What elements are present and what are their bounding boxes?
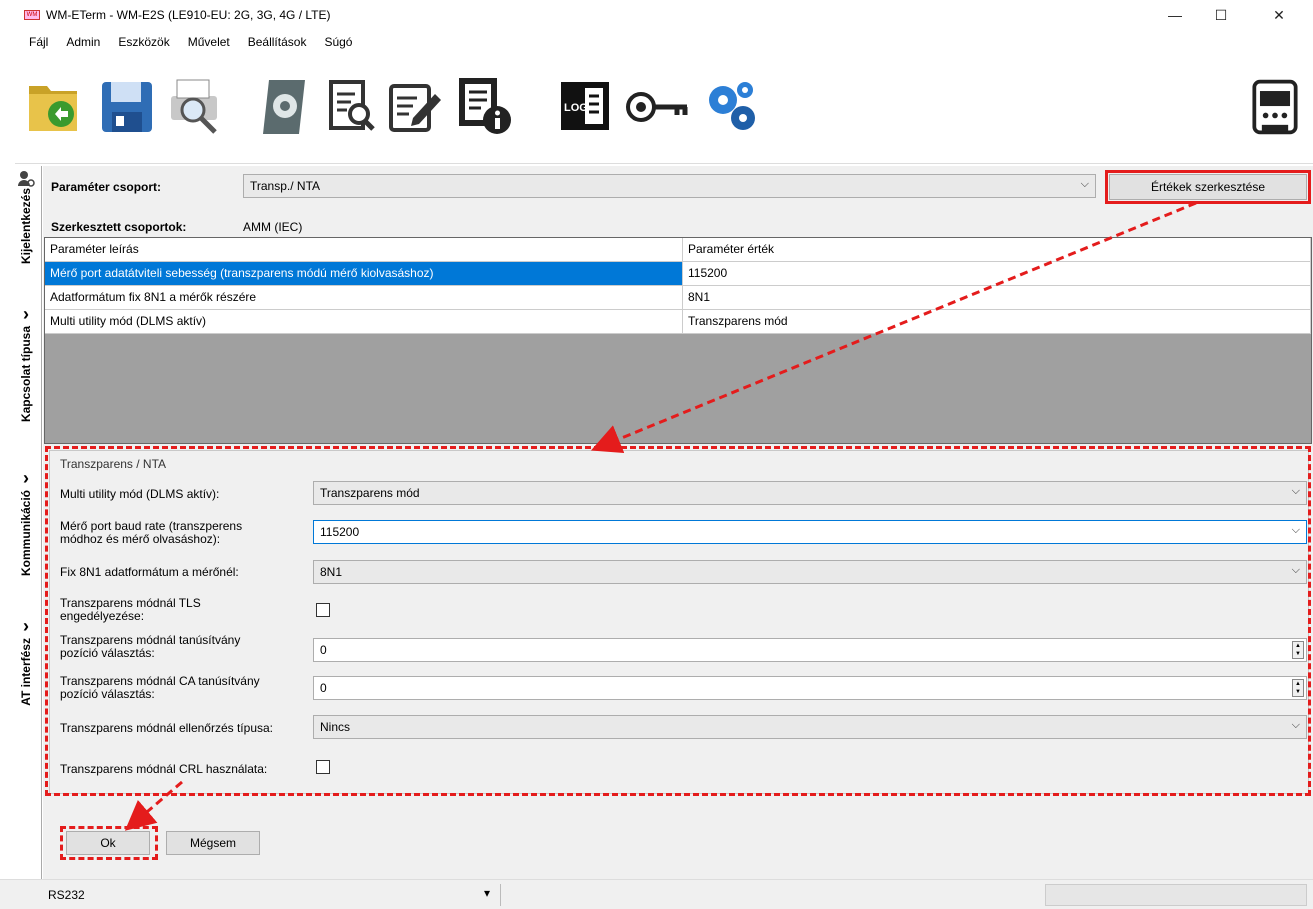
grid-cell-description[interactable]: Adatformátum fix 8N1 a mérők részére <box>45 286 683 309</box>
save-disk-icon[interactable] <box>98 76 156 138</box>
svg-text:LOG: LOG <box>564 102 588 114</box>
meter-icon[interactable] <box>1247 76 1303 138</box>
ok-button-highlight <box>60 826 158 860</box>
user-icon <box>18 171 35 187</box>
chevron-right-icon: › <box>23 616 29 636</box>
table-row[interactable]: Multi utility mód (DLMS aktív) Transzpar… <box>45 310 1311 334</box>
menu-tools[interactable]: Eszközök <box>109 35 178 49</box>
grid-header: Paraméter leírás Paraméter érték <box>45 238 1311 262</box>
menu-bar: Fájl Admin Eszközök Művelet Beállítások … <box>0 30 1313 54</box>
edited-groups-value: AMM (IEC) <box>243 220 303 234</box>
edit-button-highlight <box>1105 170 1311 204</box>
status-divider <box>500 884 501 906</box>
app-logo-icon: WM <box>24 10 40 20</box>
grid-cell-value[interactable]: 8N1 <box>683 286 1311 309</box>
menu-operation[interactable]: Művelet <box>179 35 239 49</box>
chevron-right-icon: › <box>23 304 29 324</box>
param-group-value: Transp./ NTA <box>250 179 321 193</box>
sidebar-label-communication: Kommunikáció <box>19 490 33 577</box>
edited-groups-label: Szerkesztett csoportok: <box>51 220 187 234</box>
grid-header-description[interactable]: Paraméter leírás <box>45 238 683 261</box>
menu-admin[interactable]: Admin <box>57 35 109 49</box>
title-bar: WM WM-ETerm - WM-E2S (LE910-EU: 2G, 3G, … <box>0 0 1313 30</box>
status-panel <box>1045 884 1307 906</box>
print-preview-icon[interactable] <box>163 76 225 138</box>
grid-cell-value[interactable]: Transzparens mód <box>683 310 1311 333</box>
log-icon[interactable]: LOG <box>555 76 615 138</box>
minimize-button[interactable]: — <box>1152 0 1198 30</box>
close-button[interactable]: ✕ <box>1256 0 1302 30</box>
sidebar-label-logout: Kijelentkezés <box>19 188 33 265</box>
param-group-label: Paraméter csoport: <box>51 180 162 194</box>
chevron-down-icon: ⌵ <box>1080 178 1089 190</box>
grid-header-value[interactable]: Paraméter érték <box>683 238 1311 261</box>
sidebar-tab-communication[interactable]: › Kommunikáció <box>10 466 42 576</box>
sidebar-tab-connection-type[interactable]: › Kapcsolat típusa <box>10 302 42 422</box>
edit-document-icon[interactable] <box>385 76 443 138</box>
table-row[interactable]: Adatformátum fix 8N1 a mérők részére 8N1 <box>45 286 1311 310</box>
grid-cell-description[interactable]: Mérő port adatátviteli sebesség (transzp… <box>45 262 683 285</box>
grid-cell-description[interactable]: Multi utility mód (DLMS aktív) <box>45 310 683 333</box>
menu-file[interactable]: Fájl <box>20 35 57 49</box>
gears-icon[interactable] <box>701 76 763 138</box>
port-status: RS232 <box>48 888 85 902</box>
chevron-right-icon: › <box>23 468 29 488</box>
status-bar: RS232 ▾ <box>0 879 1313 909</box>
form-highlight <box>45 446 1311 796</box>
sidebar: Kijelentkezés › Kapcsolat típusa › Kommu… <box>10 166 42 879</box>
grid-cell-value[interactable]: 115200 <box>683 262 1311 285</box>
param-group-select[interactable]: Transp./ NTA ⌵ <box>243 174 1096 198</box>
settings-sheet-icon[interactable] <box>255 76 313 138</box>
sidebar-label-connection-type: Kapcsolat típusa <box>19 326 33 423</box>
menu-help[interactable]: Súgó <box>315 35 361 49</box>
menu-settings[interactable]: Beállítások <box>239 35 316 49</box>
sidebar-label-at-interface: AT interfész <box>19 638 33 706</box>
maximize-button[interactable]: ☐ <box>1198 0 1244 30</box>
cancel-button[interactable]: Mégsem <box>166 831 260 855</box>
toolbar: LOG <box>15 56 1313 164</box>
open-folder-icon[interactable] <box>25 76 87 138</box>
view-document-icon[interactable] <box>325 76 377 138</box>
sidebar-tab-logout[interactable]: Kijelentkezés <box>10 170 42 264</box>
port-dropdown-icon[interactable]: ▾ <box>484 886 490 900</box>
document-info-icon[interactable] <box>455 76 515 138</box>
parameter-grid: Paraméter leírás Paraméter érték Mérő po… <box>44 237 1312 444</box>
table-row[interactable]: Mérő port adatátviteli sebesség (transzp… <box>45 262 1311 286</box>
window-title: WM-ETerm - WM-E2S (LE910-EU: 2G, 3G, 4G … <box>46 8 331 22</box>
key-rotate-icon[interactable] <box>621 76 693 138</box>
sidebar-tab-at-interface[interactable]: › AT interfész <box>10 614 42 706</box>
